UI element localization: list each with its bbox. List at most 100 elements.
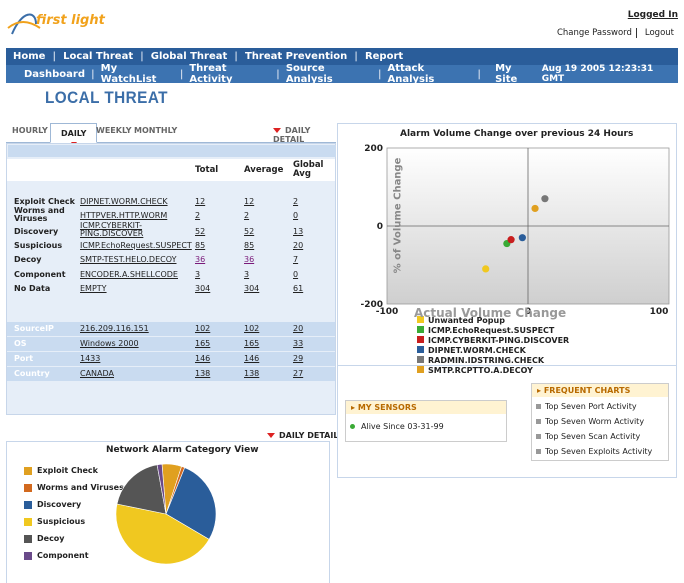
total-link[interactable]: 85 — [195, 241, 205, 250]
chart-legend-label: RADMIN.IDSTRING.CHECK — [428, 356, 545, 365]
nav-home[interactable]: Home — [6, 51, 52, 62]
frequent-charts-header: ▸ FREQUENT CHARTS — [532, 384, 668, 397]
legend-swatch — [24, 466, 32, 475]
x-tick-label: 100 — [650, 307, 669, 317]
threat-name-link[interactable]: ENCODER.A.SHELLCODE — [80, 270, 178, 279]
global-avg-link[interactable]: 7 — [293, 255, 298, 264]
frequent-chart-link[interactable]: Top Seven Worm Activity — [532, 416, 668, 427]
pie-detail-link[interactable]: DAILY DETAIL — [267, 431, 338, 441]
my-sensors-box: ▸ MY SENSORS Alive Since 03-31-99 — [345, 400, 507, 442]
y-axis-label: % of Volume Change — [392, 157, 404, 274]
frequent-chart-link[interactable]: Top Seven Port Activity — [532, 401, 668, 412]
nav-my-site[interactable]: My Site — [481, 63, 542, 85]
average-link[interactable]: 304 — [244, 284, 259, 293]
global-avg-link[interactable]: 0 — [293, 211, 298, 220]
global-avg-link[interactable]: 20 — [293, 324, 303, 333]
global-avg-link[interactable]: 29 — [293, 354, 303, 363]
tab-daily[interactable]: DAILY — [50, 123, 98, 146]
tab-monthly[interactable]: MONTHLY — [134, 126, 177, 135]
frequent-chart-link[interactable]: Top Seven Scan Activity — [532, 431, 668, 442]
threat-name-link[interactable]: Windows 2000 — [80, 339, 139, 348]
global-avg-link[interactable]: 13 — [293, 227, 303, 236]
threat-name-link[interactable]: EMPTY — [80, 284, 107, 293]
total-link[interactable]: 36 — [195, 255, 205, 264]
global-avg-link[interactable]: 27 — [293, 369, 303, 378]
table-row: Suspicious ICMP.EchoRequest.SUSPECT 85 85 20 — [7, 239, 335, 253]
table-row: Country CANADA 138 138 27 — [7, 367, 335, 381]
threat-name-link[interactable]: HTTPVER.HTTP.WORM — [80, 211, 167, 220]
threat-name-link[interactable]: ICMP.EchoRequest.SUSPECT — [80, 241, 192, 250]
global-avg-link[interactable]: 0 — [293, 270, 298, 279]
logo-text: first light — [36, 13, 105, 28]
total-link[interactable]: 304 — [195, 284, 210, 293]
daily-detail-link[interactable]: DAILY DETAIL — [273, 126, 336, 144]
nav-attack-analysis[interactable]: Attack Analysis — [382, 63, 478, 85]
average-link[interactable]: 165 — [244, 339, 259, 348]
threat-name-link[interactable]: 1433 — [80, 354, 100, 363]
x-axis-label: Actual Volume Change — [414, 306, 567, 320]
logout-link[interactable]: Logout — [643, 28, 676, 38]
nav-threat-activity[interactable]: Threat Activity — [183, 63, 276, 85]
nav-local-threat[interactable]: Local Threat — [56, 51, 140, 62]
total-link[interactable]: 2 — [195, 211, 200, 220]
chart-legend-swatch — [417, 346, 424, 353]
chart-legend-swatch — [417, 356, 424, 363]
row-label: Country — [14, 369, 50, 378]
current-datetime: Aug 19 2005 12:23:31 GMT — [541, 64, 654, 84]
change-password-link[interactable]: Change Password — [555, 28, 634, 38]
row-label: Exploit Check — [14, 197, 75, 206]
row-label: Discovery — [14, 226, 59, 236]
average-link[interactable]: 138 — [244, 369, 259, 378]
average-link[interactable]: 146 — [244, 354, 259, 363]
pie-detail-label: DAILY DETAIL — [279, 431, 339, 440]
average-link[interactable]: 12 — [244, 197, 254, 206]
chart-legend-swatch — [417, 336, 424, 343]
row-label: SourceIP — [14, 324, 54, 333]
threat-name-link[interactable]: CANADA — [80, 369, 114, 378]
total-link[interactable]: 52 — [195, 227, 205, 236]
frequent-chart-link[interactable]: Top Seven Exploits Activity — [532, 446, 668, 457]
threat-name-link[interactable]: DIPNET.WORM.CHECK — [80, 197, 168, 206]
threat-name-link[interactable]: SMTP-TEST.HELO.DECOY — [80, 255, 176, 264]
threat-name-link[interactable]: ICMP.CYBERKIT-PING.DISCOVER — [80, 221, 180, 238]
total-link[interactable]: 165 — [195, 339, 210, 348]
chart-legend-swatch — [417, 326, 424, 333]
nav-dashboard[interactable]: Dashboard — [6, 69, 91, 80]
total-link[interactable]: 12 — [195, 197, 205, 206]
row-label: No Data — [14, 283, 51, 293]
chart-legend-swatch — [417, 366, 424, 373]
chart-legend-label: ICMP.CYBERKIT-PING.DISCOVER — [428, 336, 569, 345]
average-link[interactable]: 36 — [244, 255, 254, 264]
nav-threat-prevention[interactable]: Threat Prevention — [238, 51, 354, 62]
nav-report[interactable]: Report — [358, 51, 410, 62]
total-link[interactable]: 3 — [195, 270, 200, 279]
threat-name-link[interactable]: 216.209.116.151 — [80, 324, 149, 333]
average-link[interactable]: 2 — [244, 211, 249, 220]
average-link[interactable]: 52 — [244, 227, 254, 236]
nav-global-threat[interactable]: Global Threat — [144, 51, 235, 62]
total-link[interactable]: 146 — [195, 354, 210, 363]
nav-my-watchlist[interactable]: My WatchList — [95, 63, 180, 85]
legend-item: Discovery — [24, 500, 124, 509]
bullet-icon — [536, 419, 541, 424]
global-avg-link[interactable]: 2 — [293, 197, 298, 206]
tab-hourly[interactable]: HOURLY — [12, 126, 48, 135]
total-link[interactable]: 102 — [195, 324, 210, 333]
sensor-status: Alive Since 03-31-99 — [361, 422, 444, 431]
threat-table: Total Average Global Avg Exploit Check DI… — [6, 143, 336, 415]
data-point — [531, 204, 539, 213]
legend-swatch — [24, 551, 32, 560]
nav-source-analysis[interactable]: Source Analysis — [280, 63, 378, 85]
legend-label: Decoy — [37, 534, 65, 543]
global-avg-link[interactable]: 20 — [293, 241, 303, 250]
total-link[interactable]: 138 — [195, 369, 210, 378]
average-link[interactable]: 3 — [244, 270, 249, 279]
global-avg-link[interactable]: 61 — [293, 284, 303, 293]
y-tick-label: 0 — [377, 222, 383, 232]
tab-weekly[interactable]: WEEKLY — [96, 126, 132, 135]
page-title: LOCAL THREAT — [45, 88, 168, 107]
average-link[interactable]: 85 — [244, 241, 254, 250]
row-label: Suspicious — [14, 240, 63, 250]
global-avg-link[interactable]: 33 — [293, 339, 303, 348]
average-link[interactable]: 102 — [244, 324, 259, 333]
